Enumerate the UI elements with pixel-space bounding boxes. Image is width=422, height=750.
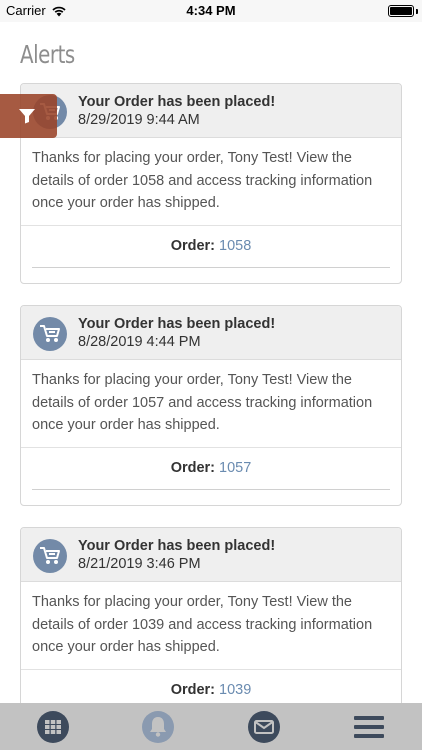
order-label: Order: bbox=[170, 682, 216, 698]
alert-title: Your Order has been placed! bbox=[78, 316, 276, 332]
tab-menu[interactable] bbox=[317, 703, 422, 750]
tab-messages[interactable] bbox=[211, 703, 317, 750]
menu-icon bbox=[354, 715, 385, 738]
alert-date: 8/28/2019 4:44 PM bbox=[78, 334, 201, 350]
alert-message: Thanks for placing your order, Tony Test… bbox=[21, 582, 401, 670]
tab-alerts[interactable] bbox=[106, 703, 212, 750]
order-label: Order: bbox=[170, 238, 216, 254]
order-link[interactable]: 1039 bbox=[219, 682, 251, 698]
alert-header: Your Order has been placed! 8/21/2019 3:… bbox=[21, 528, 401, 582]
battery-icon bbox=[388, 5, 414, 17]
order-link[interactable]: 1057 bbox=[219, 460, 251, 476]
cart-icon bbox=[33, 317, 67, 351]
status-time: 4:34 PM bbox=[186, 3, 236, 18]
status-bar: Carrier 4:34 PM bbox=[0, 0, 422, 22]
alert-date: 8/21/2019 3:46 PM bbox=[78, 556, 201, 572]
alert-card[interactable]: Your Order has been placed! 8/21/2019 3:… bbox=[20, 527, 402, 728]
tab-bar bbox=[0, 703, 422, 750]
alert-title: Your Order has been placed! bbox=[78, 538, 276, 554]
alert-footer: Order: 1058 bbox=[21, 226, 401, 268]
divider bbox=[32, 267, 390, 268]
alert-header: Your Order has been placed! 8/28/2019 4:… bbox=[21, 306, 401, 360]
alert-card[interactable]: Your Order has been placed! 8/28/2019 4:… bbox=[20, 305, 402, 506]
grid-icon bbox=[36, 710, 69, 743]
alert-card[interactable]: Your Order has been placed! 8/29/2019 9:… bbox=[20, 83, 402, 284]
filter-button[interactable] bbox=[0, 94, 57, 138]
alert-title: Your Order has been placed! bbox=[78, 94, 276, 110]
alert-footer: Order: 1057 bbox=[21, 448, 401, 490]
cart-icon bbox=[33, 539, 67, 573]
order-link[interactable]: 1058 bbox=[219, 238, 251, 254]
order-label: Order: bbox=[170, 460, 216, 476]
alert-message: Thanks for placing your order, Tony Test… bbox=[21, 138, 401, 226]
alert-header: Your Order has been placed! 8/29/2019 9:… bbox=[21, 84, 401, 138]
alert-date: 8/29/2019 9:44 AM bbox=[78, 112, 200, 128]
tab-dashboard[interactable] bbox=[0, 703, 106, 750]
bell-icon bbox=[142, 710, 175, 743]
page-title: Alerts bbox=[20, 40, 75, 69]
battery-tip bbox=[416, 9, 418, 14]
alerts-list: Your Order has been placed! 8/29/2019 9:… bbox=[20, 83, 402, 749]
divider bbox=[32, 489, 390, 490]
alert-message: Thanks for placing your order, Tony Test… bbox=[21, 360, 401, 448]
mail-icon bbox=[247, 710, 280, 743]
filter-icon bbox=[19, 109, 35, 124]
